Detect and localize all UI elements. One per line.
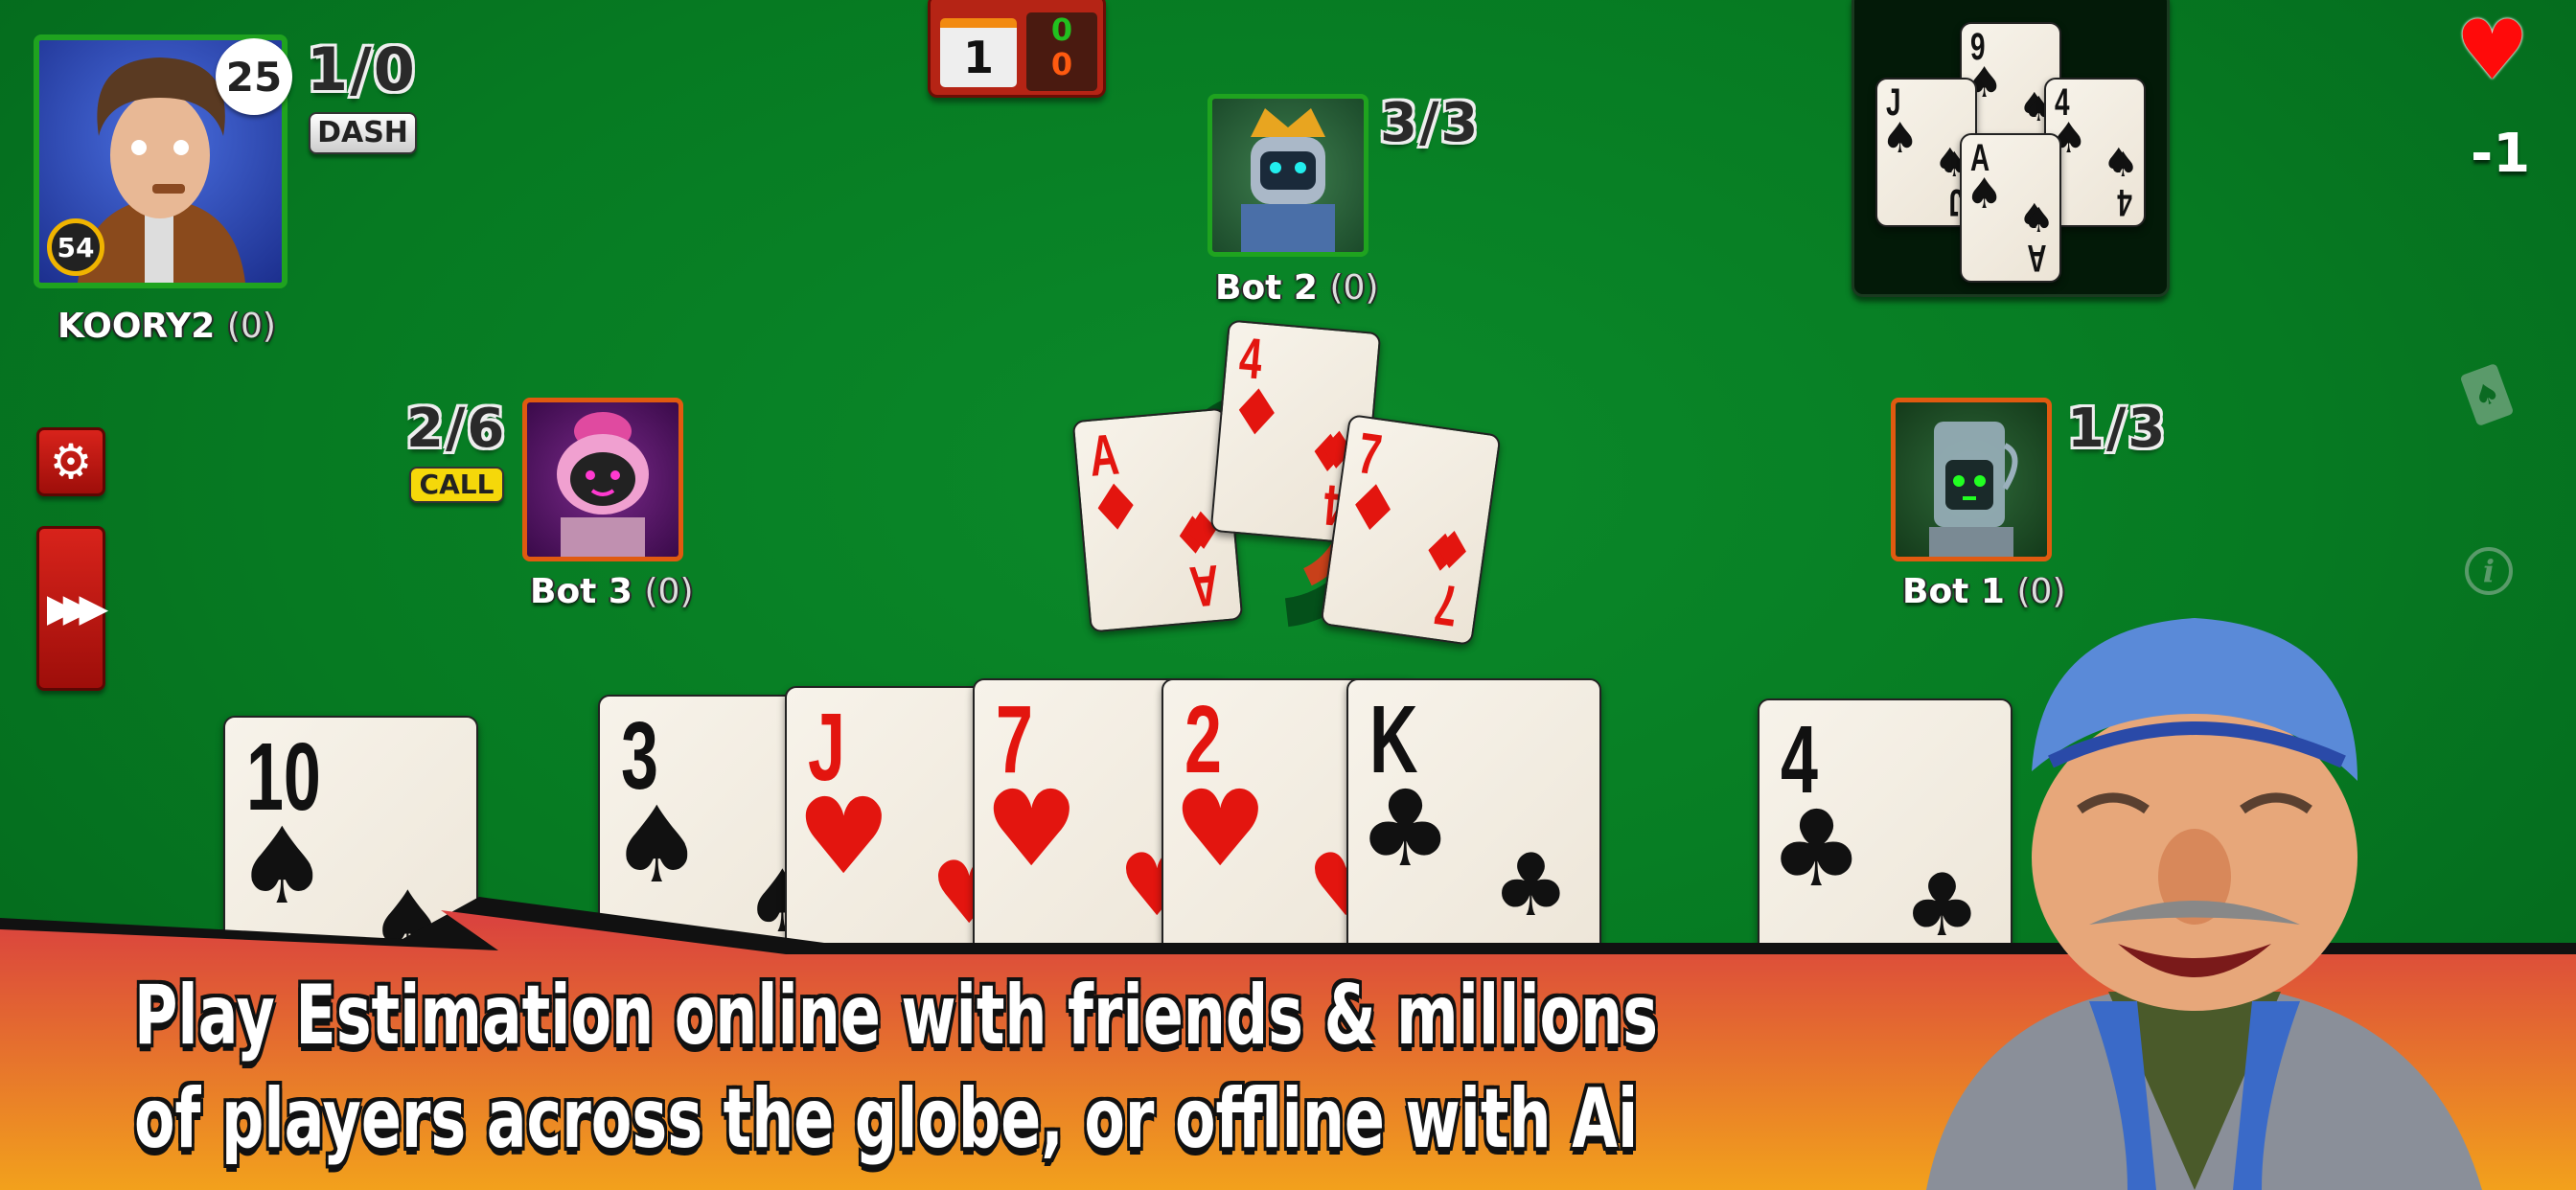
character-illustration [1926, 618, 2482, 1190]
fast-forward-button[interactable]: ▶▶▶ [36, 526, 108, 691]
diamond-icon: ♦ [1339, 468, 1407, 550]
robot-king-icon [1241, 108, 1335, 252]
team-score-a: 0 [1050, 11, 1073, 48]
info-icon[interactable]: i [2465, 547, 2513, 595]
level-badge: 54 [47, 218, 104, 276]
card-7-of-diamonds: 7 ♦ ♦ ♦ 7 [1320, 413, 1502, 647]
team-score-b: 0 [1050, 46, 1073, 82]
bot3-name: Bot 3 (0) [530, 572, 694, 611]
settings-button[interactable]: ⚙ [36, 427, 105, 496]
bot3-avatar[interactable] [522, 398, 683, 561]
banner-line-1: Play Estimation online with friends & mi… [134, 968, 1659, 1064]
bot2-avatar[interactable] [1208, 94, 1368, 257]
player-bid-badge: DASH [309, 112, 417, 154]
diamond-icon: ♦ [1084, 469, 1148, 548]
round-score-box: 1 0 0 [928, 0, 1106, 98]
card-rank: A [1187, 552, 1223, 619]
fast-forward-icon: ▶▶▶ [46, 586, 108, 630]
bot1-score: 1/3 [2067, 398, 2168, 460]
bot2-score: 3/3 [1380, 92, 1481, 154]
spade-icon: ♠ [1965, 169, 2004, 218]
card-burst-icon[interactable]: ♠ [2451, 359, 2522, 430]
round-counter: 1 [940, 18, 1017, 87]
robot-mug-icon [1929, 422, 2018, 557]
card-rank: A [2027, 237, 2047, 280]
card-A-of-spades: A ♠ ♠ ♠ A [1960, 133, 2061, 283]
bot3-bid-badge: CALL [409, 467, 504, 503]
banner-line-2: of players across the globe, or offline … [134, 1071, 1639, 1167]
diamond-icon: ♦ [1225, 374, 1289, 452]
last-trick-panel[interactable]: 9♠♠♠9J♠♠♠J4♠♠♠4A♠♠♠A [1852, 0, 2170, 297]
card-rank: 7 [1431, 571, 1462, 639]
gear-icon: ⚙ [49, 434, 93, 490]
trump-heart-icon: ♥ [2455, 3, 2530, 99]
team-scores: 0 0 [1026, 12, 1097, 91]
bot1-avatar[interactable] [1891, 398, 2052, 561]
player-score: 1/0 [307, 34, 417, 104]
robot-queen-icon [557, 412, 649, 557]
card-rank: 4 [2117, 181, 2132, 224]
player-name: KOORY2 (0) [58, 307, 276, 346]
diamond-icon: ♦ [1424, 516, 1480, 584]
bot2-name: Bot 2 (0) [1215, 268, 1379, 308]
bot3-score: 2/6 [406, 398, 507, 460]
bid-bubble: 25 [216, 38, 292, 115]
spade-icon: ♠ [2023, 201, 2055, 241]
spade-icon: ♠ [1880, 113, 1920, 163]
trump-value: -1 [2471, 123, 2531, 185]
spade-icon: ♠ [2107, 146, 2139, 186]
